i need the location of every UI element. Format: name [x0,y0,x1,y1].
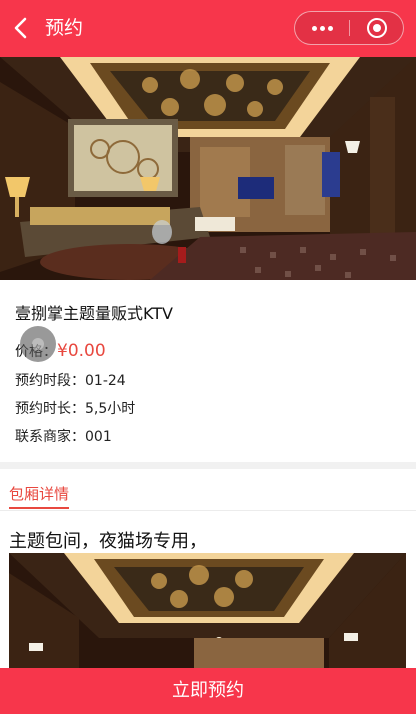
tab-underline-divider [0,510,416,511]
back-button[interactable] [10,16,34,40]
more-button[interactable] [295,12,349,44]
detail-photo [9,553,406,673]
room-name: 壹捌掌主题量贩式KTV [15,304,173,323]
more-dot [328,26,333,31]
room-description: 主题包间，夜猫场专用， [9,531,207,552]
time-slot-label: 预约时段： [15,373,85,389]
chevron-left-icon [14,17,27,39]
time-slot-row: 预约时段：01-24 [15,370,126,390]
merchant-label: 联系商家： [15,429,85,445]
time-slot-value: 01-24 [85,373,126,389]
book-now-button[interactable]: 立即预约 [0,668,416,714]
close-mini-program-button[interactable] [350,12,403,44]
merchant-value[interactable]: 001 [85,429,112,445]
section-divider [0,462,416,469]
more-dots-icon [312,26,317,31]
floating-ball[interactable] [20,326,56,362]
price-value: ¥0.00 [57,341,106,361]
page-title: 预约 [45,17,84,39]
room-photo [0,57,416,280]
room-info-card: 壹捌掌主题量贩式KTV 价格：¥0.00 预约时段：01-24 预约时长：5,5… [0,280,416,462]
more-dot [320,26,325,31]
nav-bar: 预约 [0,0,416,57]
mini-program-capsule [294,11,404,45]
merchant-row: 联系商家：001 [15,426,112,446]
tab-room-details[interactable]: 包厢详情 [9,483,70,509]
duration-value: 5,5小时 [85,401,136,417]
floating-ball-icon [32,338,44,350]
duration-row: 预约时长：5,5小时 [15,398,135,418]
duration-label: 预约时长： [15,401,85,417]
target-dot [373,24,381,32]
